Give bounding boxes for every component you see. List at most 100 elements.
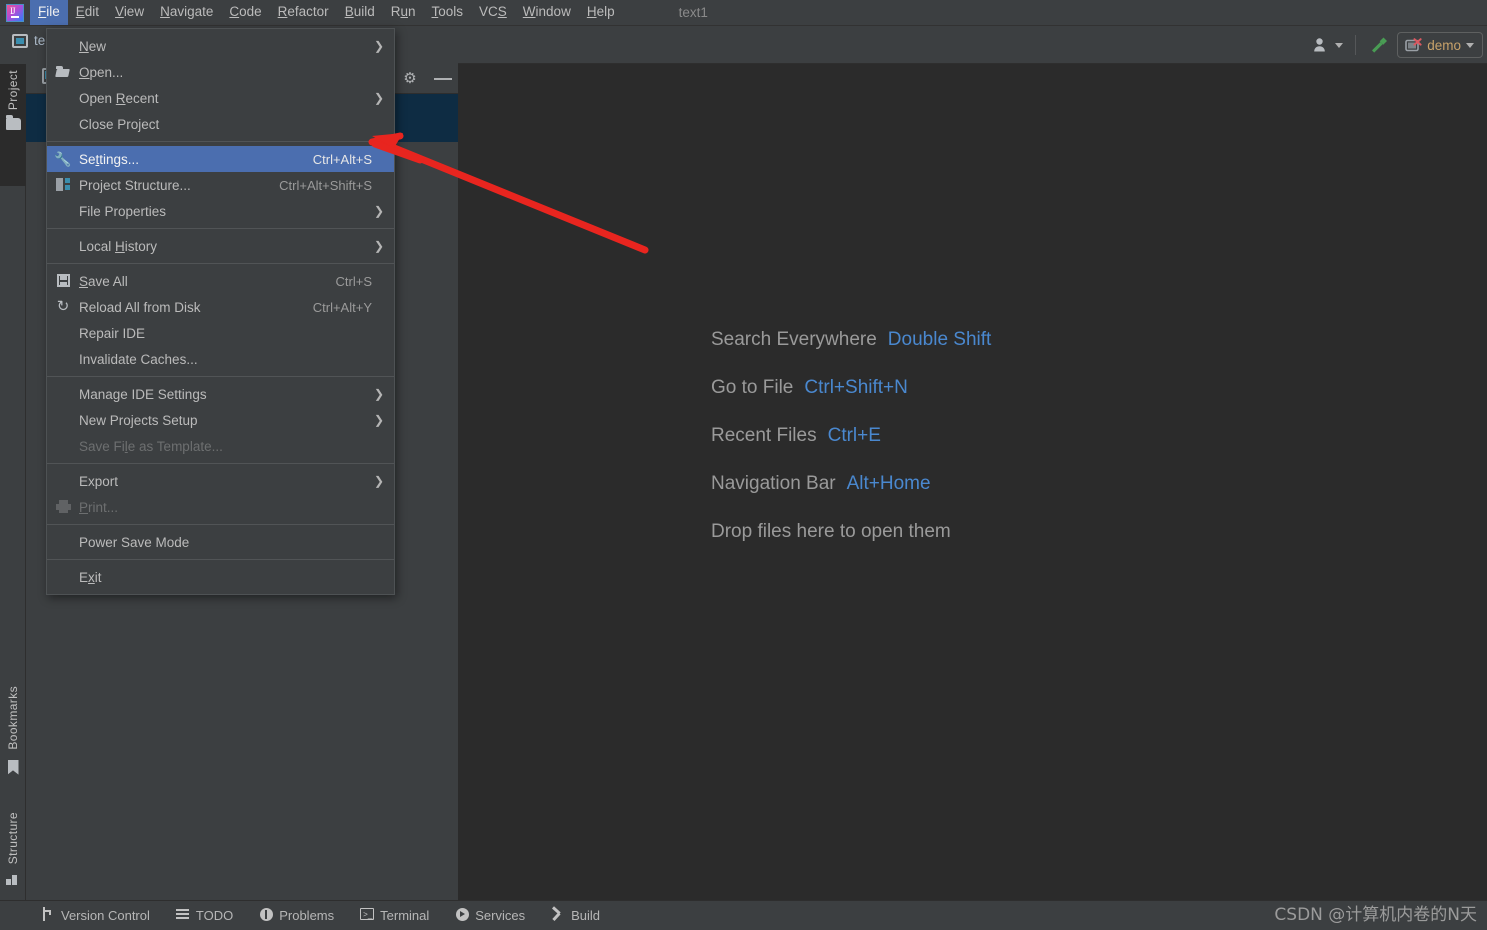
- menu-item-project-structure[interactable]: Project Structure... Ctrl+Alt+Shift+S: [47, 172, 394, 198]
- project-window-icon: [12, 33, 28, 48]
- sidebar-item-project[interactable]: Project: [0, 64, 26, 186]
- status-bar-item-problems[interactable]: Problems: [246, 901, 347, 930]
- editor-hint-label: Search Everywhere: [711, 329, 877, 350]
- menu-item-save-file-as-template: Save File as Template...: [47, 433, 394, 459]
- structure-icon: [6, 872, 20, 886]
- menu-item-label: Settings...: [79, 151, 140, 167]
- menu-item-save-all[interactable]: Save All Ctrl+S: [47, 268, 394, 294]
- menu-item-local-history[interactable]: Local History ❯: [47, 233, 394, 259]
- menu-separator: [47, 559, 394, 560]
- hammer-icon: [551, 905, 565, 921]
- play-circle-icon: [455, 907, 469, 921]
- project-tab[interactable]: te: [12, 33, 45, 48]
- status-bar-item-label: Problems: [279, 908, 335, 923]
- account-button[interactable]: [1308, 31, 1348, 59]
- menu-item-exit[interactable]: Exit: [47, 564, 394, 590]
- menu-item-export[interactable]: Export ❯: [47, 468, 394, 494]
- menubar-item-tools[interactable]: Tools: [424, 0, 472, 25]
- status-bar-item-todo[interactable]: TODO: [163, 901, 246, 930]
- menu-item-new[interactable]: New ❯: [47, 33, 394, 59]
- menubar-item-navigate[interactable]: Navigate: [152, 0, 221, 25]
- list-icon: [176, 909, 190, 920]
- menu-item-open[interactable]: Open...: [47, 59, 394, 85]
- menu-item-file-properties[interactable]: File Properties ❯: [47, 198, 394, 224]
- sidebar-item-bookmarks[interactable]: Bookmarks: [0, 682, 26, 800]
- chevron-right-icon: ❯: [373, 91, 385, 105]
- printer-icon: [55, 500, 71, 513]
- menu-item-settings[interactable]: 🔧 Settings... Ctrl+Alt+S: [47, 146, 394, 172]
- menubar-item-file[interactable]: File: [30, 0, 68, 25]
- run-configuration-selector[interactable]: demo: [1397, 32, 1483, 58]
- menu-item-power-save-mode[interactable]: Power Save Mode: [47, 529, 394, 555]
- menu-item-repair-ide[interactable]: Repair IDE: [47, 320, 394, 346]
- menu-item-close-project[interactable]: Close Project: [47, 111, 394, 137]
- intellij-idea-logo-icon: IJ: [6, 3, 24, 22]
- menubar-item-window[interactable]: Window: [515, 0, 579, 25]
- status-bar-item-icon: [176, 908, 190, 923]
- menu-item-invalidate-caches[interactable]: Invalidate Caches...: [47, 346, 394, 372]
- status-bar-item-icon: >_: [360, 908, 375, 923]
- menu-item-icon: 🔧: [47, 146, 79, 173]
- status-bar-item-label: TODO: [195, 908, 234, 923]
- status-bar-item-services[interactable]: Services: [442, 901, 538, 930]
- menubar-item-edit[interactable]: Edit: [68, 0, 107, 25]
- sidebar-item-label: Project: [6, 70, 20, 111]
- menu-item-label: Open...: [79, 64, 124, 80]
- menubar-item-vcs[interactable]: VCS: [471, 0, 515, 25]
- status-bar: Version Control TODO Problems >_ Terminal Ser…: [0, 900, 1487, 930]
- menu-item-label: Repair IDE: [79, 325, 146, 341]
- status-bar-item-terminal[interactable]: >_ Terminal: [347, 901, 442, 930]
- menubar-item-refactor[interactable]: Refactor: [270, 0, 337, 25]
- menubar-item-view[interactable]: View: [107, 0, 152, 25]
- sidebar-item-label: Bookmarks: [6, 686, 20, 750]
- menu-item-label: Power Save Mode: [79, 534, 190, 550]
- menu-item-label: Print...: [79, 499, 119, 515]
- status-bar-item-label: Terminal: [380, 908, 430, 923]
- menu-item-manage-ide-settings[interactable]: Manage IDE Settings ❯: [47, 381, 394, 407]
- menubar-item-code[interactable]: Code: [221, 0, 269, 25]
- menu-item-label: Save All: [79, 273, 128, 289]
- menu-item-new-projects-setup[interactable]: New Projects Setup ❯: [47, 407, 394, 433]
- menu-item-open-recent[interactable]: Open Recent ❯: [47, 85, 394, 111]
- menu-item-shortcut: Ctrl+Alt+S: [312, 151, 372, 167]
- menubar-item-help[interactable]: Help: [579, 0, 623, 25]
- chevron-right-icon: ❯: [373, 239, 385, 253]
- menu-item-icon: [47, 268, 79, 294]
- menu-item-icon: [47, 172, 79, 198]
- menu-item-print: Print...: [47, 494, 394, 520]
- menu-separator: [47, 463, 394, 464]
- editor-hint-list: Search Everywhere Double Shift Go to File C…: [711, 329, 991, 569]
- minimize-icon[interactable]: [434, 78, 452, 80]
- menu-item-label: Save File as Template...: [79, 438, 223, 454]
- menu-item-label: Reload All from Disk: [79, 299, 201, 315]
- editor-empty-area: Search Everywhere Double Shift Go to File C…: [458, 64, 1487, 900]
- gear-icon[interactable]: ⚙: [402, 71, 418, 87]
- menu-item-label: Open Recent: [79, 90, 159, 106]
- chevron-down-icon: [1335, 42, 1344, 48]
- menubar-item-run[interactable]: Run: [383, 0, 424, 25]
- chevron-right-icon: ❯: [373, 204, 385, 218]
- sidebar-item-structure[interactable]: Structure: [0, 808, 26, 900]
- status-bar-item-build[interactable]: Build: [538, 901, 613, 930]
- menu-item-reload-all-from-disk[interactable]: ↻ Reload All from Disk Ctrl+Alt+Y: [47, 294, 394, 320]
- status-bar-item-version-control[interactable]: Version Control: [28, 901, 163, 930]
- status-bar-item-label: Version Control: [61, 908, 150, 923]
- toolbar-right-group: demo: [1308, 26, 1483, 64]
- refresh-icon: ↻: [56, 298, 70, 315]
- toolbar-separator: [1355, 35, 1357, 55]
- chevron-right-icon: ❯: [373, 387, 385, 401]
- menu-item-label: Project Structure...: [79, 177, 191, 193]
- editor-hint-shortcut: Double Shift: [887, 329, 992, 350]
- project-structure-icon: [55, 178, 71, 191]
- menu-item-label: File Properties: [79, 203, 167, 219]
- build-project-button[interactable]: [1363, 31, 1395, 59]
- menubar-item-build[interactable]: Build: [337, 0, 383, 25]
- status-bar-item-icon: [455, 907, 469, 924]
- menu-separator: [47, 141, 394, 142]
- menu-item-shortcut: Ctrl+S: [335, 273, 372, 289]
- editor-hint-label: Navigation Bar: [711, 473, 836, 494]
- menu-item-icon: ↻: [47, 294, 79, 320]
- sidebar-item-label: Structure: [6, 812, 20, 865]
- menu-bar: IJ File Edit View Navigate Code Refactor Build…: [0, 0, 1487, 26]
- csdn-watermark: CSDN @计算机内卷的N天: [1274, 905, 1477, 925]
